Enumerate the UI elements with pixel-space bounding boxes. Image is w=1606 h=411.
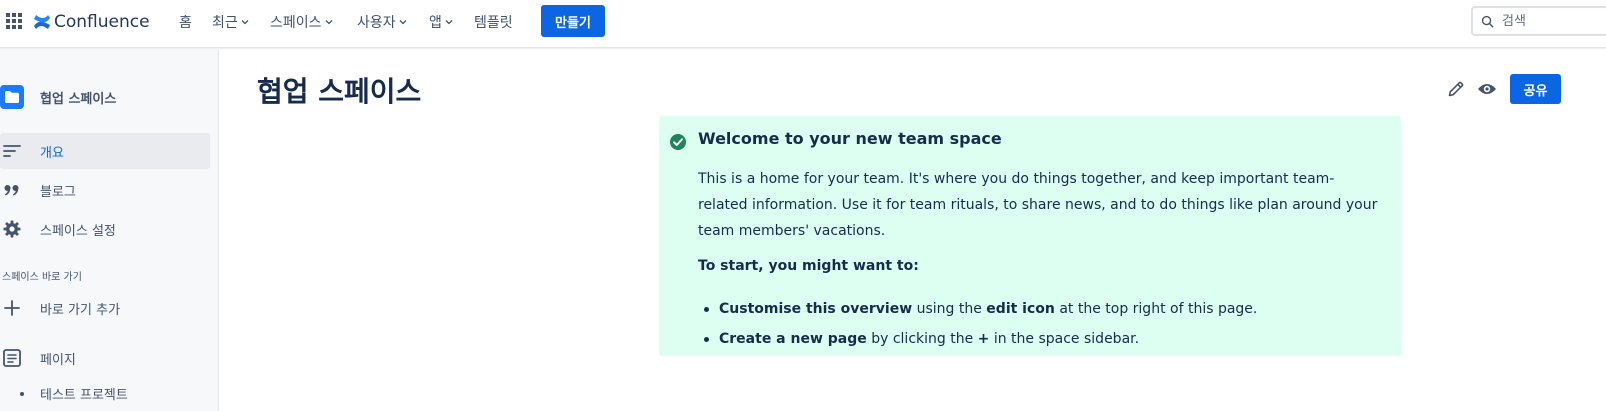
chevron-down-icon (445, 20, 453, 25)
sidebar-item-label: 페이지 (40, 352, 76, 368)
search-icon (1481, 15, 1494, 28)
top-navigation: Confluence 홈 최근 스페이스 사용자 앱 템플릿 만들기 (0, 0, 1606, 48)
list-item: Customise this overview using the edit i… (698, 294, 1257, 324)
welcome-body: This is a home for your team. It's where… (698, 171, 1378, 239)
tip-text: in the space sidebar. (989, 331, 1140, 347)
tip-bold-text: Customise this overview (719, 301, 913, 317)
nav-home-label: 홈 (179, 15, 192, 31)
nav-apps-label: 앱 (429, 15, 442, 31)
sidebar-item-blog[interactable]: 블로그 (0, 172, 210, 208)
overview-lines-icon (0, 141, 24, 161)
chevron-down-icon (241, 20, 249, 25)
chevron-down-icon (399, 20, 407, 25)
nav-templates-label: 템플릿 (474, 15, 513, 31)
search-box[interactable] (1471, 6, 1606, 36)
tip-bold-text: Create a new page (719, 331, 867, 347)
chevron-down-icon (325, 20, 332, 25)
sidebar-item-label: 스페이스 설정 (40, 223, 116, 239)
share-button[interactable]: 공유 (1510, 74, 1561, 104)
sidebar-item-overview[interactable]: 개요 (0, 133, 210, 169)
space-avatar (0, 85, 24, 109)
shortcuts-heading: 스페이스 바로 가기 (2, 272, 82, 283)
space-header[interactable]: 협업 스페이스 (0, 84, 116, 110)
tip-text: using the (912, 301, 987, 317)
start-heading: To start, you might want to: (698, 258, 919, 274)
tip-bold-text: + (977, 331, 990, 347)
space-name: 협업 스페이스 (40, 91, 117, 107)
folder-icon (5, 91, 19, 103)
page-icon (0, 348, 24, 368)
nav-spaces-label: 스페이스 (270, 15, 322, 31)
check-circle-icon (670, 134, 686, 150)
nav-templates[interactable]: 템플릿 (474, 11, 513, 33)
page-tree-item[interactable]: 테스트 프로젝트 (20, 384, 128, 403)
confluence-logo-icon (34, 15, 50, 29)
sidebar-item-label: 바로 가기 추가 (40, 302, 121, 318)
create-button[interactable]: 만들기 (541, 5, 605, 37)
app-switcher-icon[interactable] (6, 13, 22, 29)
search-input[interactable] (1502, 13, 1582, 29)
space-sidebar: 협업 스페이스 개요 블로그 스페이스 설정 스페이스 바로 가기 바로 가기 … (0, 49, 219, 411)
nav-spaces[interactable]: 스페이스 (270, 11, 333, 33)
bullet-dot (20, 391, 24, 396)
nav-recent-label: 최근 (212, 15, 238, 31)
tip-text: at the top right of this page. (1054, 301, 1258, 317)
sidebar-item-space-settings[interactable]: 스페이스 설정 (0, 211, 210, 247)
tip-bold-text: edit icon (986, 301, 1055, 317)
gear-icon (0, 219, 24, 239)
sidebar-item-pages[interactable]: 페이지 (0, 340, 210, 376)
pencil-icon (1448, 81, 1464, 97)
confluence-logo[interactable]: Confluence (33, 10, 150, 34)
nav-apps[interactable]: 앱 (429, 11, 453, 33)
sidebar-item-label: 개요 (40, 145, 64, 161)
nav-recent[interactable]: 최근 (212, 11, 249, 33)
nav-people-label: 사용자 (357, 15, 396, 31)
nav-people[interactable]: 사용자 (357, 11, 407, 33)
welcome-title: Welcome to your new team space (698, 129, 1002, 148)
tips-list: Customise this overview using the edit i… (698, 294, 1257, 354)
brand-name: Confluence (54, 12, 150, 32)
eye-icon (1478, 84, 1496, 94)
plus-icon (0, 298, 24, 318)
sidebar-item-label: 블로그 (40, 184, 76, 200)
list-item: Create a new page by clicking the + in t… (698, 324, 1257, 354)
watch-button[interactable] (1477, 79, 1497, 99)
add-shortcut-button[interactable]: 바로 가기 추가 (0, 290, 210, 326)
page-tree-item-label: 테스트 프로젝트 (40, 388, 128, 403)
quote-icon (0, 180, 24, 200)
nav-home[interactable]: 홈 (179, 11, 192, 33)
edit-button[interactable] (1446, 79, 1466, 99)
tip-text: by clicking the (866, 331, 978, 347)
welcome-panel: Welcome to your new team space This is a… (659, 116, 1401, 356)
page-title: 협업 스페이스 (257, 75, 422, 108)
